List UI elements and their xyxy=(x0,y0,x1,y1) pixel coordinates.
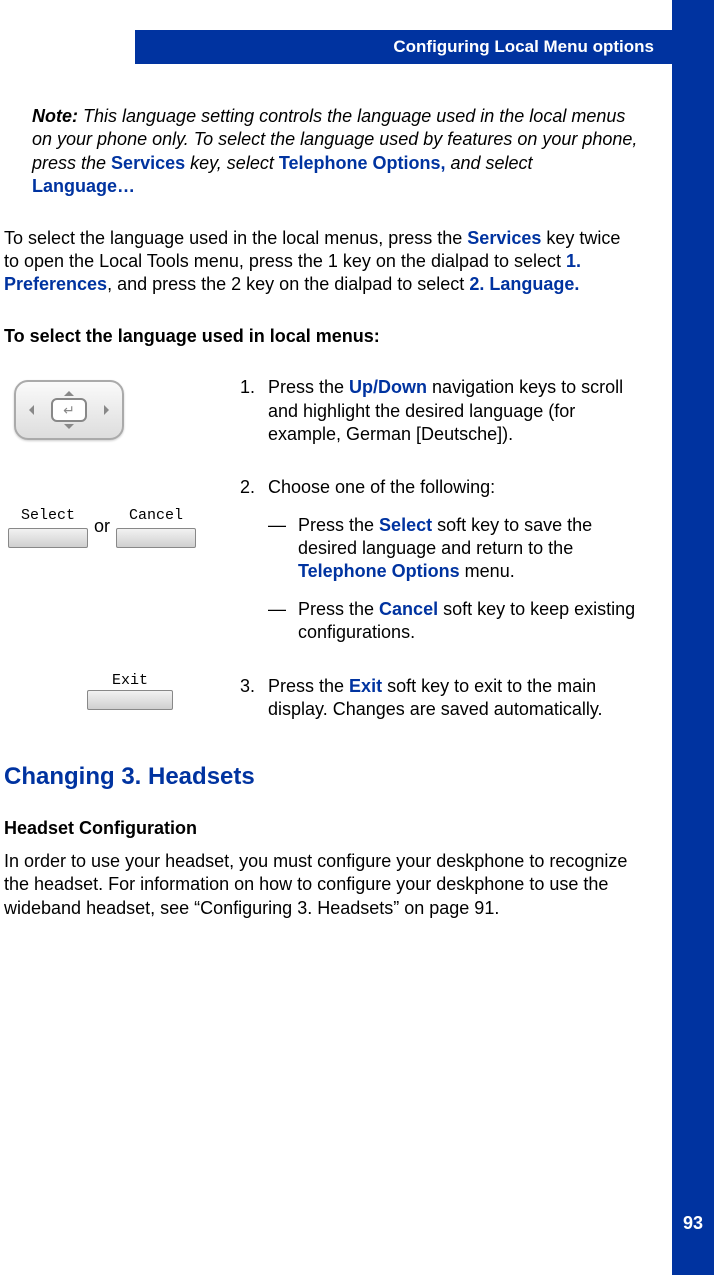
note-text-c: and select xyxy=(446,153,533,173)
exit-softkey: Exit xyxy=(70,671,190,711)
step-row-3: Exit 3. Press the Exit soft key to exit … xyxy=(0,675,660,722)
cancel-softkey-button[interactable] xyxy=(116,528,196,548)
page-content: Note: This language setting controls the… xyxy=(0,105,660,920)
intro-c: , and press the 2 key on the dialpad to … xyxy=(107,274,469,294)
section-heading: Changing 3. Headsets xyxy=(4,761,660,792)
dash-icon: — xyxy=(268,598,298,645)
step-row-1: ↵ 1. Press the Up/Down navigation keys t… xyxy=(0,376,660,446)
note-head: Note: xyxy=(32,106,78,126)
step-2-option-2: — Press the Cancel soft key to keep exis… xyxy=(240,598,640,645)
opt2-a: Press the xyxy=(298,599,379,619)
language-option-link[interactable]: 2. Language. xyxy=(469,274,579,294)
step-3-number: 3. xyxy=(240,675,268,722)
exit-softkey-label: Exit xyxy=(112,671,148,691)
select-softkey-label: Select xyxy=(21,506,75,526)
step-1-a: Press the xyxy=(268,377,349,397)
side-blue-bar: 93 xyxy=(672,0,714,1275)
header-bar: Configuring Local Menu options xyxy=(135,30,672,64)
right-arrow-icon xyxy=(104,405,114,415)
step-3-a: Press the xyxy=(268,676,349,696)
step-2-number: 2. xyxy=(240,476,268,499)
step-1: 1. Press the Up/Down navigation keys to … xyxy=(240,376,640,446)
exit-link[interactable]: Exit xyxy=(349,676,382,696)
header-title: Configuring Local Menu options xyxy=(393,36,654,58)
services-link[interactable]: Services xyxy=(111,153,185,173)
note-text-b: key, select xyxy=(185,153,279,173)
page-number: 93 xyxy=(672,1212,714,1235)
cancel-softkey-label: Cancel xyxy=(129,506,183,526)
softkey-group: Select or Cancel xyxy=(6,506,196,548)
telephone-options-menu-link[interactable]: Telephone Options xyxy=(298,561,460,581)
step-2-lead: Choose one of the following: xyxy=(268,476,640,499)
select-link[interactable]: Select xyxy=(379,515,432,535)
select-softkey: Select xyxy=(8,506,88,548)
left-arrow-icon xyxy=(24,405,34,415)
opt1-c: menu. xyxy=(460,561,515,581)
down-arrow-icon xyxy=(64,424,74,434)
select-softkey-button[interactable] xyxy=(8,528,88,548)
step-3: 3. Press the Exit soft key to exit to th… xyxy=(240,675,640,722)
intro-paragraph: To select the language used in the local… xyxy=(4,227,640,297)
step-2-option-1: — Press the Select soft key to save the … xyxy=(240,514,640,584)
enter-key-icon: ↵ xyxy=(51,398,87,422)
intro-a: To select the language used in the local… xyxy=(4,228,467,248)
services-key-link[interactable]: Services xyxy=(467,228,541,248)
or-text: or xyxy=(94,515,110,538)
cancel-softkey: Cancel xyxy=(116,506,196,548)
dash-icon: — xyxy=(268,514,298,584)
procedure-heading: To select the language used in local men… xyxy=(4,325,660,348)
step-1-number: 1. xyxy=(240,376,268,446)
language-link[interactable]: Language… xyxy=(32,176,135,196)
steps-list: ↵ 1. Press the Up/Down navigation keys t… xyxy=(0,376,660,721)
section-subheading: Headset Configuration xyxy=(4,817,660,840)
note-paragraph: Note: This language setting controls the… xyxy=(32,105,640,199)
telephone-options-link[interactable]: Telephone Options, xyxy=(279,153,446,173)
cancel-link[interactable]: Cancel xyxy=(379,599,438,619)
step-row-2: Select or Cancel 2. Choose one of the fo… xyxy=(0,476,660,644)
section-body: In order to use your headset, you must c… xyxy=(4,850,640,920)
opt1-a: Press the xyxy=(298,515,379,535)
step-2: 2. Choose one of the following: xyxy=(240,476,640,499)
exit-softkey-button[interactable] xyxy=(87,690,173,710)
updown-link[interactable]: Up/Down xyxy=(349,377,427,397)
navigation-key-icon: ↵ xyxy=(14,380,124,440)
up-arrow-icon xyxy=(64,386,74,396)
